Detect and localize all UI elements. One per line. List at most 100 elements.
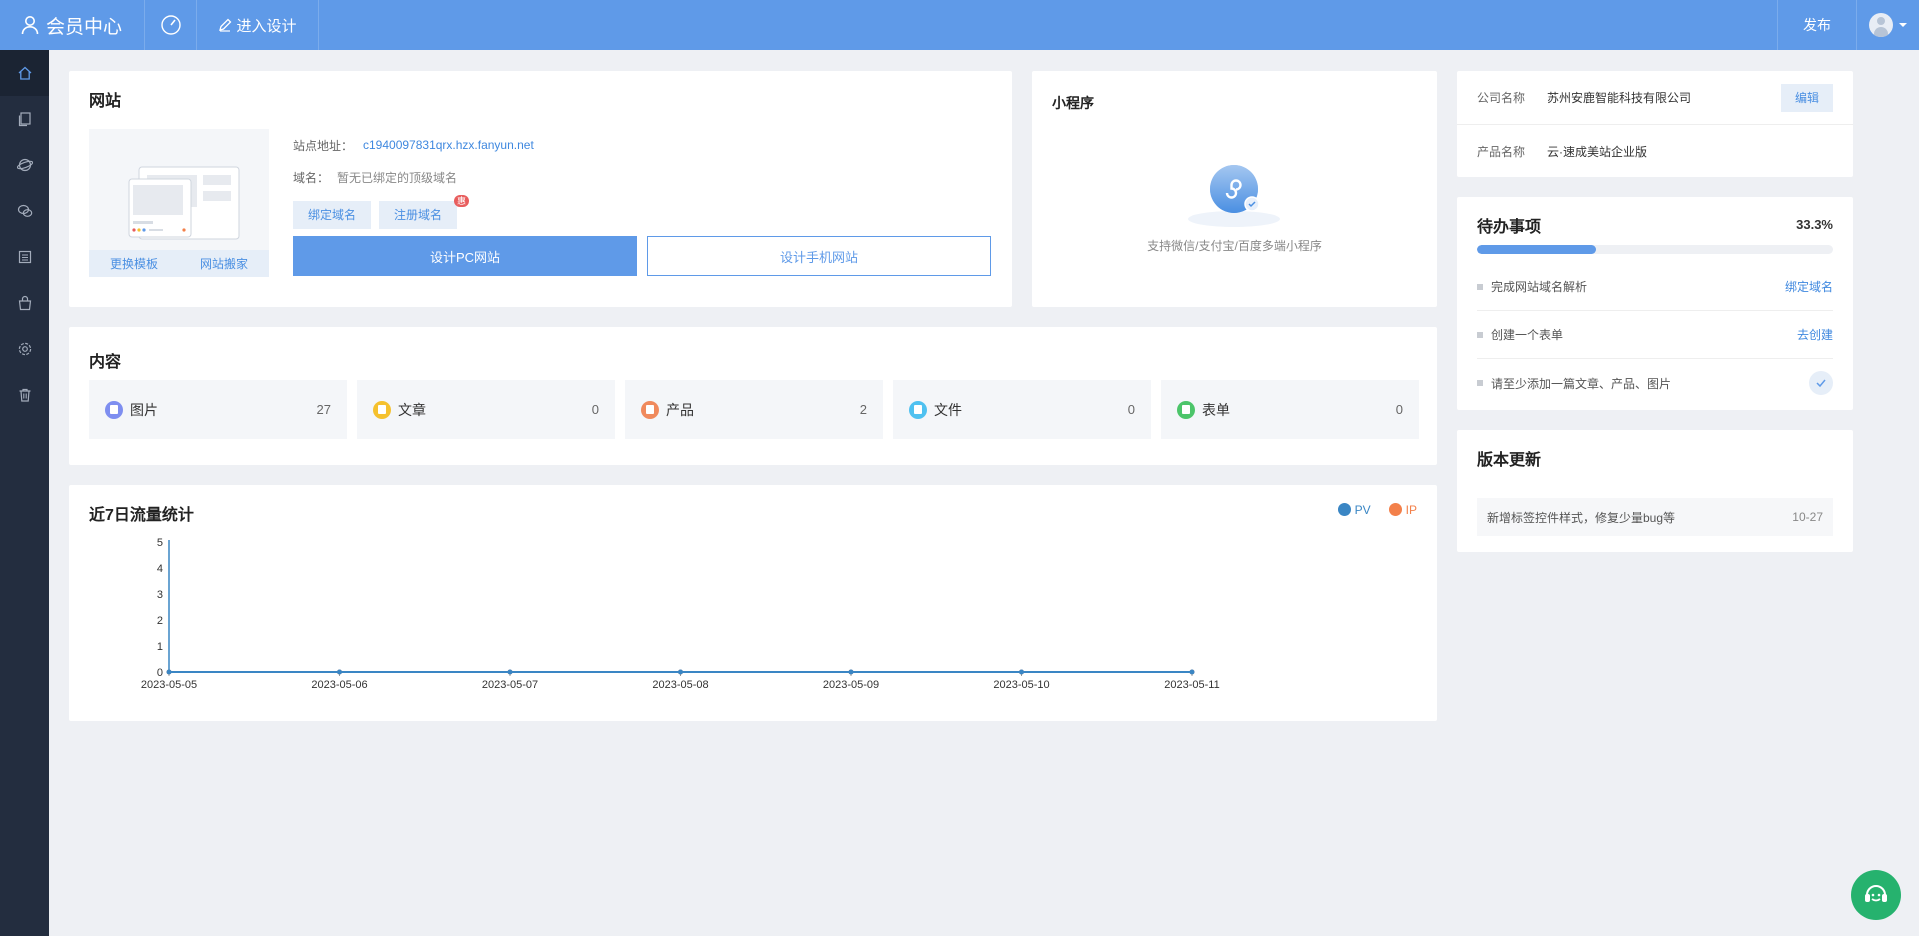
speedometer-icon [160, 15, 181, 35]
user-menu[interactable] [1857, 0, 1919, 50]
domain-label: 域名： [293, 170, 330, 185]
site-move-link[interactable]: 网站搬家 [200, 255, 248, 272]
mini-program-icon[interactable] [1172, 161, 1297, 231]
y-tick-label: 2 [157, 615, 163, 627]
traffic-card: 近7日流量统计 PV IP 0 1 2 3 4 5 2023-05-05 2023-05-06… [69, 485, 1437, 721]
traffic-chart: 0 1 2 3 4 5 2023-05-05 2023-05-06 2023-05-07 2023… [141, 537, 1220, 691]
x-tick-label: 2023-05-10 [993, 679, 1049, 691]
todo-item: 完成网站域名解析 绑定域名 [1477, 263, 1833, 311]
discount-badge: 惠 [454, 195, 470, 207]
company-name-label: 公司名称 [1477, 91, 1526, 105]
bind-domain-link[interactable]: 绑定域名 [1785, 278, 1833, 295]
x-tick-label: 2023-05-08 [652, 679, 708, 691]
sidebar-item-pages[interactable] [0, 96, 49, 142]
top-bar: 会员中心 进入设计 发布 [0, 0, 1919, 50]
chat-icon [1865, 885, 1887, 902]
register-domain-button[interactable]: 注册域名惠 [379, 195, 470, 229]
content-item-count: 0 [591, 402, 599, 417]
bullet-icon [1477, 380, 1483, 386]
edit-company-button[interactable]: 编辑 [1780, 83, 1833, 112]
avatar [1869, 13, 1893, 37]
content-item-label: 文章 [398, 401, 426, 418]
x-tick-label: 2023-05-05 [141, 679, 197, 691]
data-point-pv [678, 669, 683, 675]
bind-domain-label: 绑定域名 [308, 208, 357, 222]
content-item-articles[interactable]: 文章 0 [357, 380, 615, 439]
pages-icon [18, 112, 31, 127]
version-item-date: 10-27 [1792, 510, 1823, 524]
bullet-icon [1477, 283, 1483, 290]
bullet-icon [1477, 331, 1483, 338]
globe-icon [16, 158, 33, 172]
sidebar-item-trash[interactable] [0, 372, 49, 418]
todo-progress-fill [1477, 245, 1596, 254]
mini-program-desc: 支持微信/支付宝/百度多端小程序 [1147, 239, 1322, 253]
site-address-label: 站点地址： [293, 138, 354, 153]
product-name-label: 产品名称 [1477, 144, 1526, 159]
x-tick-label: 2023-05-06 [311, 679, 367, 691]
trash-icon [19, 388, 30, 402]
user-icon [21, 16, 39, 35]
article-icon [373, 400, 391, 419]
sidebar-item-list[interactable] [0, 234, 49, 280]
member-center-brand[interactable]: 会员中心 [0, 0, 145, 50]
publish-button[interactable]: 发布 [1777, 0, 1857, 50]
content-item-files[interactable]: 文件 0 [893, 380, 1151, 439]
file-icon [909, 400, 927, 419]
todo-percent: 33.3% [1796, 217, 1833, 232]
data-point-pv [166, 669, 172, 675]
version-item[interactable]: 新增标签控件样式，修复少量bug等 10-27 [1477, 498, 1833, 536]
settings-icon [18, 342, 31, 356]
content-item-count: 0 [1127, 402, 1135, 417]
change-template-link[interactable]: 更换模板 [110, 255, 158, 272]
template-preview-image [128, 166, 240, 240]
brand-title: 会员中心 [46, 16, 123, 38]
content-card: 内容 图片 27 文章 0 产品 2 文件 0 表单 0 [69, 327, 1437, 465]
sidebar-item-shop[interactable] [0, 280, 49, 326]
edit-icon [219, 18, 232, 32]
bind-domain-button[interactable]: 绑定域名 [293, 201, 372, 229]
data-point-pv [337, 669, 342, 675]
content-item-images[interactable]: 图片 27 [89, 380, 347, 439]
sidebar-item-settings[interactable] [0, 326, 49, 372]
mini-program-card: 小程序 支持微信/支付宝/百度多端小程序 [1032, 71, 1437, 307]
design-mobile-button[interactable]: 设计手机网站 [647, 236, 991, 276]
image-icon [105, 400, 123, 419]
wechat-icon [17, 204, 32, 217]
x-tick-label: 2023-05-07 [482, 679, 538, 691]
version-item-text: 新增标签控件样式，修复少量bug等 [1487, 510, 1676, 525]
sidebar [0, 50, 49, 936]
dashboard-speed-button[interactable] [145, 0, 197, 50]
sidebar-item-wechat[interactable] [0, 188, 49, 234]
register-domain-label: 注册域名 [394, 208, 443, 222]
mini-program-title: 小程序 [1052, 95, 1094, 111]
content-item-count: 27 [316, 402, 331, 417]
site-thumbnail: 更换模板 网站搬家 [89, 129, 269, 277]
content-item-label: 产品 [666, 401, 694, 418]
home-icon [18, 66, 31, 80]
create-form-link[interactable]: 去创建 [1797, 326, 1833, 343]
content-item-products[interactable]: 产品 2 [625, 380, 883, 439]
list-icon [18, 250, 31, 264]
content-item-forms[interactable]: 表单 0 [1161, 380, 1419, 439]
design-pc-button[interactable]: 设计PC网站 [293, 236, 637, 276]
data-point-pv [848, 669, 854, 675]
enter-design-label: 进入设计 [236, 17, 297, 35]
todo-item-text: 请至少添加一篇文章、产品、图片 [1491, 376, 1672, 391]
customer-service-button[interactable] [1851, 870, 1901, 920]
todo-progress-bar [1477, 245, 1833, 254]
domain-value: 暂无已绑定的顶级域名 [337, 170, 458, 185]
content-item-count: 0 [1395, 402, 1403, 417]
todo-title: 待办事项 [1477, 219, 1542, 236]
data-point-pv [1189, 669, 1195, 675]
content-item-label: 图片 [130, 401, 158, 418]
x-tick-label: 2023-05-11 [1164, 679, 1219, 691]
sidebar-item-home[interactable] [0, 50, 49, 96]
site-address-link[interactable]: c1940097831qrx.hzx.fanyun.net [363, 138, 534, 152]
company-name-value: 苏州安鹿智能科技有限公司 [1547, 91, 1692, 105]
todo-item: 创建一个表单 去创建 [1477, 311, 1833, 359]
enter-design-button[interactable]: 进入设计 [197, 0, 319, 50]
sidebar-item-globe[interactable] [0, 142, 49, 188]
website-title: 网站 [89, 93, 122, 110]
company-card: 公司名称 苏州安鹿智能科技有限公司 编辑 产品名称 云·速成美站企业版 [1457, 71, 1853, 177]
